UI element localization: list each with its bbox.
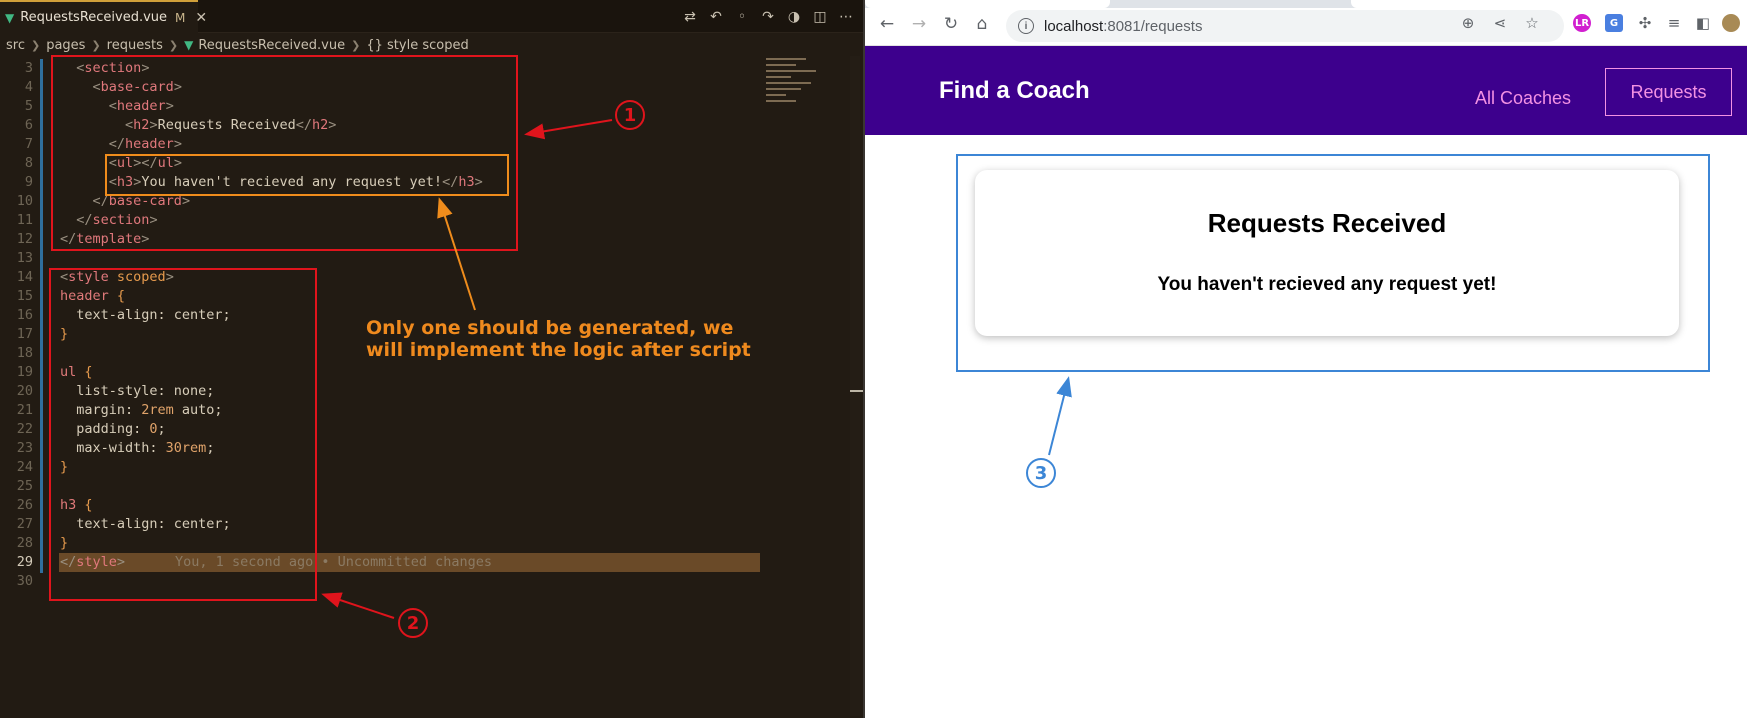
browser-tab[interactable] <box>865 0 1110 8</box>
url-host: localhost <box>1044 17 1104 35</box>
go-back-icon[interactable]: ↶ <box>709 9 723 25</box>
nav-requests[interactable]: Requests <box>1605 68 1732 116</box>
breadcrumb-pages[interactable]: pages <box>46 38 85 53</box>
vue-file-icon: ▼ <box>5 10 15 25</box>
nav-all-coaches[interactable]: All Coaches <box>1458 74 1588 122</box>
breadcrumb-requests[interactable]: requests <box>107 38 163 53</box>
profile-avatar[interactable] <box>1722 14 1740 32</box>
line-number: 29 <box>16 554 33 570</box>
line-number: 15 <box>16 288 33 304</box>
site-info-icon[interactable]: i <box>1018 18 1034 34</box>
close-tab-icon[interactable]: ✕ <box>195 10 207 26</box>
code-line[interactable]: 13 <box>0 249 760 268</box>
label-2: 2 <box>398 608 428 638</box>
annotation-note: Only one should be generated, we will im… <box>366 317 751 361</box>
scroll-position-marker <box>850 390 864 392</box>
media-controls-icon[interactable]: ≡ <box>1665 14 1683 32</box>
browser-tab[interactable] <box>1351 0 1747 8</box>
line-number: 16 <box>16 307 33 323</box>
extension-lr-icon[interactable]: LR <box>1573 14 1591 32</box>
site-header: Find a Coach All Coaches Requests <box>865 46 1747 135</box>
editor-tabbar: ▼ RequestsReceived.vue M ✕ ⇄ ↶ ◦ ↷ ◑ ◫ ⋯ <box>0 0 865 33</box>
home-icon[interactable]: ⌂ <box>972 14 992 34</box>
line-number: 6 <box>24 117 33 133</box>
source-control-icon[interactable]: ⇄ <box>683 9 697 25</box>
bookmark-star-icon[interactable]: ☆ <box>1523 14 1541 32</box>
reload-icon[interactable]: ↻ <box>941 14 961 34</box>
breadcrumb-src[interactable]: src <box>6 38 25 53</box>
label-3: 3 <box>1026 458 1056 488</box>
line-number: 21 <box>16 402 33 418</box>
tab-filename: RequestsReceived.vue <box>20 10 168 25</box>
site-title[interactable]: Find a Coach <box>939 77 1090 105</box>
browser-toolbar: ← → ↻ ⌂ i localhost:8081/requests ⊕ ⋖ ☆ … <box>865 0 1747 46</box>
card-title: Requests Received <box>1207 208 1447 238</box>
breadcrumb-file[interactable]: RequestsReceived.vue <box>198 38 345 53</box>
translate-extension-icon[interactable]: G <box>1605 14 1623 32</box>
split-editor-icon[interactable]: ◫ <box>813 9 827 25</box>
breadcrumb-symbol[interactable]: {} style scoped <box>366 38 468 53</box>
side-panel-icon[interactable]: ◧ <box>1694 14 1712 32</box>
editor-toolbar: ⇄ ↶ ◦ ↷ ◑ ◫ ⋯ <box>683 0 853 33</box>
back-icon[interactable]: ← <box>877 14 897 34</box>
vue-file-icon: ▼ <box>184 38 194 52</box>
editor-scrollbar[interactable] <box>850 56 860 716</box>
line-number: 25 <box>16 478 33 494</box>
modified-indicator: M <box>175 10 186 25</box>
gitlens-icon[interactable]: ◑ <box>787 9 801 25</box>
label-1: 1 <box>615 100 645 130</box>
more-actions-icon[interactable]: ⋯ <box>839 9 853 25</box>
highlight-box-ul-h3 <box>105 154 509 196</box>
highlight-box-2 <box>49 268 317 601</box>
breadcrumb: src ❯ pages ❯ requests ❯ ▼ RequestsReceived… <box>6 37 469 53</box>
line-number: 27 <box>16 516 33 532</box>
dot-icon[interactable]: ◦ <box>735 9 749 25</box>
zoom-icon[interactable]: ⊕ <box>1459 14 1477 32</box>
line-number: 8 <box>24 155 33 171</box>
line-number: 24 <box>16 459 33 475</box>
tab-requests-received[interactable]: ▼ RequestsReceived.vue M ✕ <box>0 0 207 33</box>
line-number: 17 <box>16 326 33 342</box>
line-number: 14 <box>16 269 33 285</box>
address-bar[interactable]: i localhost:8081/requests <box>1006 10 1564 42</box>
line-number: 19 <box>16 364 33 380</box>
card-message: You haven't recieved any request yet! <box>1157 274 1497 295</box>
line-number: 22 <box>16 421 33 437</box>
line-number: 18 <box>16 345 33 361</box>
line-number: 7 <box>24 136 33 152</box>
forward-icon[interactable]: → <box>909 14 929 34</box>
line-number: 9 <box>24 174 33 190</box>
line-number: 20 <box>16 383 33 399</box>
extensions-puzzle-icon[interactable]: ✣ <box>1636 14 1654 32</box>
minimap[interactable] <box>760 56 860 116</box>
line-number: 5 <box>24 98 33 114</box>
tab-strip <box>865 0 1747 8</box>
line-number: 10 <box>16 193 33 209</box>
line-number: 3 <box>24 60 33 76</box>
base-card: Requests Received You haven't recieved a… <box>975 170 1679 336</box>
browser-window: ← → ↻ ⌂ i localhost:8081/requests ⊕ ⋖ ☆ … <box>865 0 1747 718</box>
go-forward-icon[interactable]: ↷ <box>761 9 775 25</box>
line-number: 4 <box>24 79 33 95</box>
url-path: :8081/requests <box>1103 17 1203 35</box>
line-number: 13 <box>16 250 33 266</box>
share-icon[interactable]: ⋖ <box>1491 14 1509 32</box>
line-number: 26 <box>16 497 33 513</box>
line-number: 12 <box>16 231 33 247</box>
line-number: 30 <box>16 573 33 589</box>
line-number: 11 <box>16 212 33 228</box>
line-number: 23 <box>16 440 33 456</box>
highlight-box-1 <box>51 55 518 251</box>
line-number: 28 <box>16 535 33 551</box>
